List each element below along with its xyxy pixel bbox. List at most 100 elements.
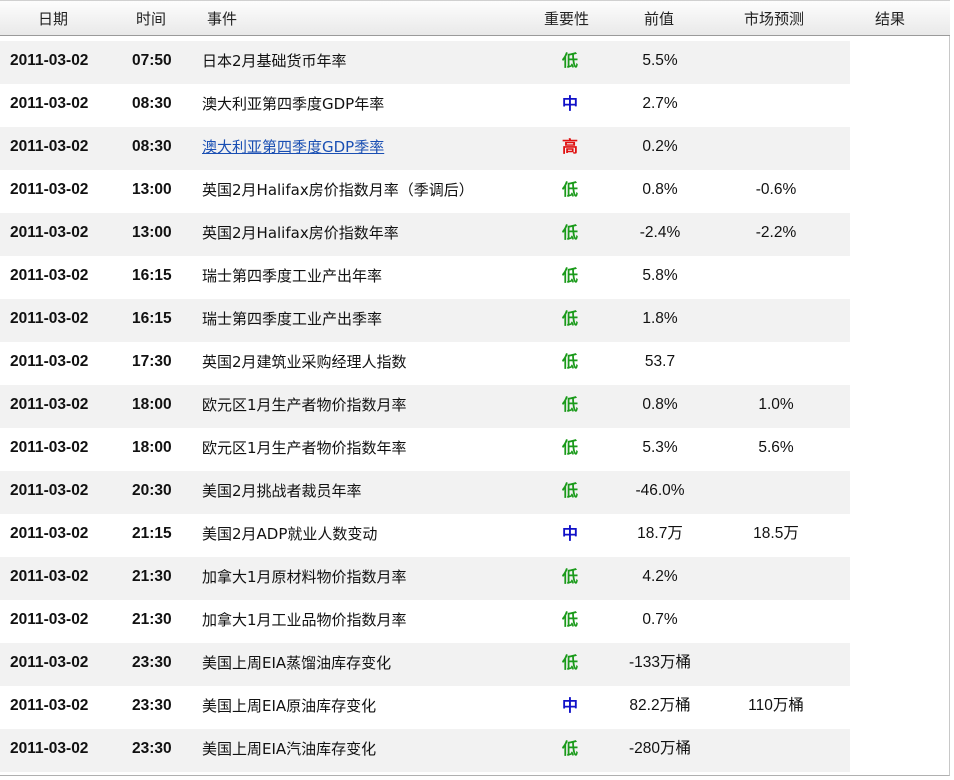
row-forecast: [726, 84, 826, 127]
event-link[interactable]: 澳大利亚第四季度GDP季率: [202, 138, 384, 156]
row-time: 13:00: [132, 181, 172, 198]
table-row: 2011-03-02 08:30 澳大利亚第四季度GDP季率 高 0.2%: [0, 127, 950, 170]
row-forecast: 5.6%: [758, 439, 794, 456]
row-result: [840, 600, 940, 643]
row-date: 2011-03-02: [10, 396, 89, 413]
row-previous: 53.7: [644, 353, 676, 370]
row-background: [0, 514, 850, 557]
table-header: 日期 时间 事件 重要性 前值 市场预测 结果: [0, 0, 950, 36]
row-previous: 2.7%: [642, 95, 678, 112]
row-time: 17:30: [132, 353, 172, 370]
row-background: [0, 256, 850, 299]
row-date: 2011-03-02: [10, 353, 89, 370]
row-previous: 4.2%: [642, 568, 678, 585]
row-event: 英国2月Halifax房价指数月率（季调后）: [202, 181, 474, 199]
header-time: 时间: [136, 10, 167, 28]
row-result: [840, 299, 940, 342]
row-time: 21:30: [132, 611, 172, 628]
table-row: 2011-03-02 23:30 美国上周EIA原油库存变化 中 82.2万桶 110万桶: [0, 686, 950, 729]
row-time: 13:00: [132, 224, 172, 241]
row-event: 美国上周EIA汽油库存变化: [202, 740, 377, 758]
row-previous: -133万桶: [628, 654, 692, 671]
row-event: 欧元区1月生产者物价指数月率: [202, 396, 407, 414]
row-date: 2011-03-02: [10, 224, 89, 241]
row-date: 2011-03-02: [10, 95, 89, 112]
row-result: [840, 213, 940, 256]
table-row: 2011-03-02 13:00 英国2月Halifax房价指数月率（季调后） 低 0.…: [0, 170, 950, 213]
row-forecast: [726, 342, 826, 385]
row-date: 2011-03-02: [10, 310, 89, 327]
importance-badge: 低: [561, 309, 578, 328]
row-time: 07:50: [132, 52, 172, 69]
row-previous: 0.8%: [642, 181, 678, 198]
row-event: 澳大利亚第四季度GDP年率: [202, 95, 385, 113]
importance-badge: 低: [561, 395, 578, 414]
row-time: 18:00: [132, 396, 172, 413]
row-date: 2011-03-02: [10, 52, 89, 69]
row-previous: 0.2%: [642, 138, 678, 155]
header-forecast: 市场预测: [744, 10, 805, 28]
row-result: [840, 514, 940, 557]
importance-badge: 低: [561, 223, 578, 242]
row-date: 2011-03-02: [10, 482, 89, 499]
row-forecast: 1.0%: [758, 396, 794, 413]
row-time: 18:00: [132, 439, 172, 456]
row-date: 2011-03-02: [10, 654, 89, 671]
row-previous: 0.8%: [642, 396, 678, 413]
row-time: 16:15: [132, 267, 172, 284]
row-previous: 5.5%: [642, 52, 678, 69]
row-previous: 5.3%: [642, 439, 678, 456]
table-body: 2011-03-02 07:50 日本2月基础货币年率低 5.5% 2011-03-02…: [0, 41, 950, 772]
row-previous: -280万桶: [628, 740, 692, 757]
row-background: [0, 84, 850, 127]
row-result: [840, 428, 940, 471]
row-event: 美国上周EIA蒸馏油库存变化: [202, 654, 392, 672]
row-time: 20:30: [132, 482, 172, 499]
importance-badge: 低: [561, 653, 578, 672]
row-event: 英国2月Halifax房价指数年率: [202, 224, 399, 242]
table-row: 2011-03-02 18:00 欧元区1月生产者物价指数年率 低 5.3% 5.6%: [0, 428, 950, 471]
row-previous: 1.8%: [642, 310, 678, 327]
header-importance: 重要性: [544, 10, 590, 28]
row-result: [840, 557, 940, 600]
row-background: [0, 127, 850, 170]
row-background: [0, 686, 850, 729]
row-background: [0, 299, 850, 342]
row-event: 美国上周EIA原油库存变化: [202, 697, 377, 715]
table-row: 2011-03-02 16:15 瑞士第四季度工业产出年率 低 5.8%: [0, 256, 950, 299]
row-previous: -46.0%: [635, 482, 685, 499]
row-forecast: [726, 729, 826, 772]
row-result: [840, 686, 940, 729]
row-forecast: [726, 557, 826, 600]
row-background: [0, 471, 850, 514]
row-result: [840, 471, 940, 514]
table-row: 2011-03-02 13:00 英国2月Halifax房价指数年率 低 -2.4% -2…: [0, 213, 950, 256]
row-forecast: -2.2%: [755, 224, 797, 241]
row-event: 美国2月挑战者裁员年率: [202, 482, 362, 500]
row-date: 2011-03-02: [10, 138, 89, 155]
row-result: [840, 84, 940, 127]
row-event: 欧元区1月生产者物价指数年率: [202, 439, 407, 457]
row-date: 2011-03-02: [10, 439, 89, 456]
row-time: 21:30: [132, 568, 172, 585]
row-date: 2011-03-02: [10, 740, 89, 757]
row-time: 08:30: [132, 95, 172, 112]
row-time: 23:30: [132, 697, 172, 714]
row-result: [840, 729, 940, 772]
importance-badge: 高: [561, 137, 578, 156]
row-time: 23:30: [132, 740, 172, 757]
row-background: [0, 643, 850, 686]
table-row: 2011-03-02 21:30 加拿大1月原材料物价指数月率 低 4.2%: [0, 557, 950, 600]
row-forecast: [726, 471, 826, 514]
row-event-cell[interactable]: 澳大利亚第四季度GDP季率: [202, 127, 384, 170]
importance-badge: 低: [561, 180, 578, 199]
row-forecast: [726, 600, 826, 643]
row-background: [0, 385, 850, 428]
row-result: [840, 41, 940, 84]
row-time: 23:30: [132, 654, 172, 671]
row-background: [0, 557, 850, 600]
row-event: 日本2月基础货币年率: [202, 52, 347, 70]
table-row: 2011-03-02 20:30 美国2月挑战者裁员年率 低 -46.0%: [0, 471, 950, 514]
importance-badge: 低: [561, 610, 578, 629]
row-background: [0, 729, 850, 772]
